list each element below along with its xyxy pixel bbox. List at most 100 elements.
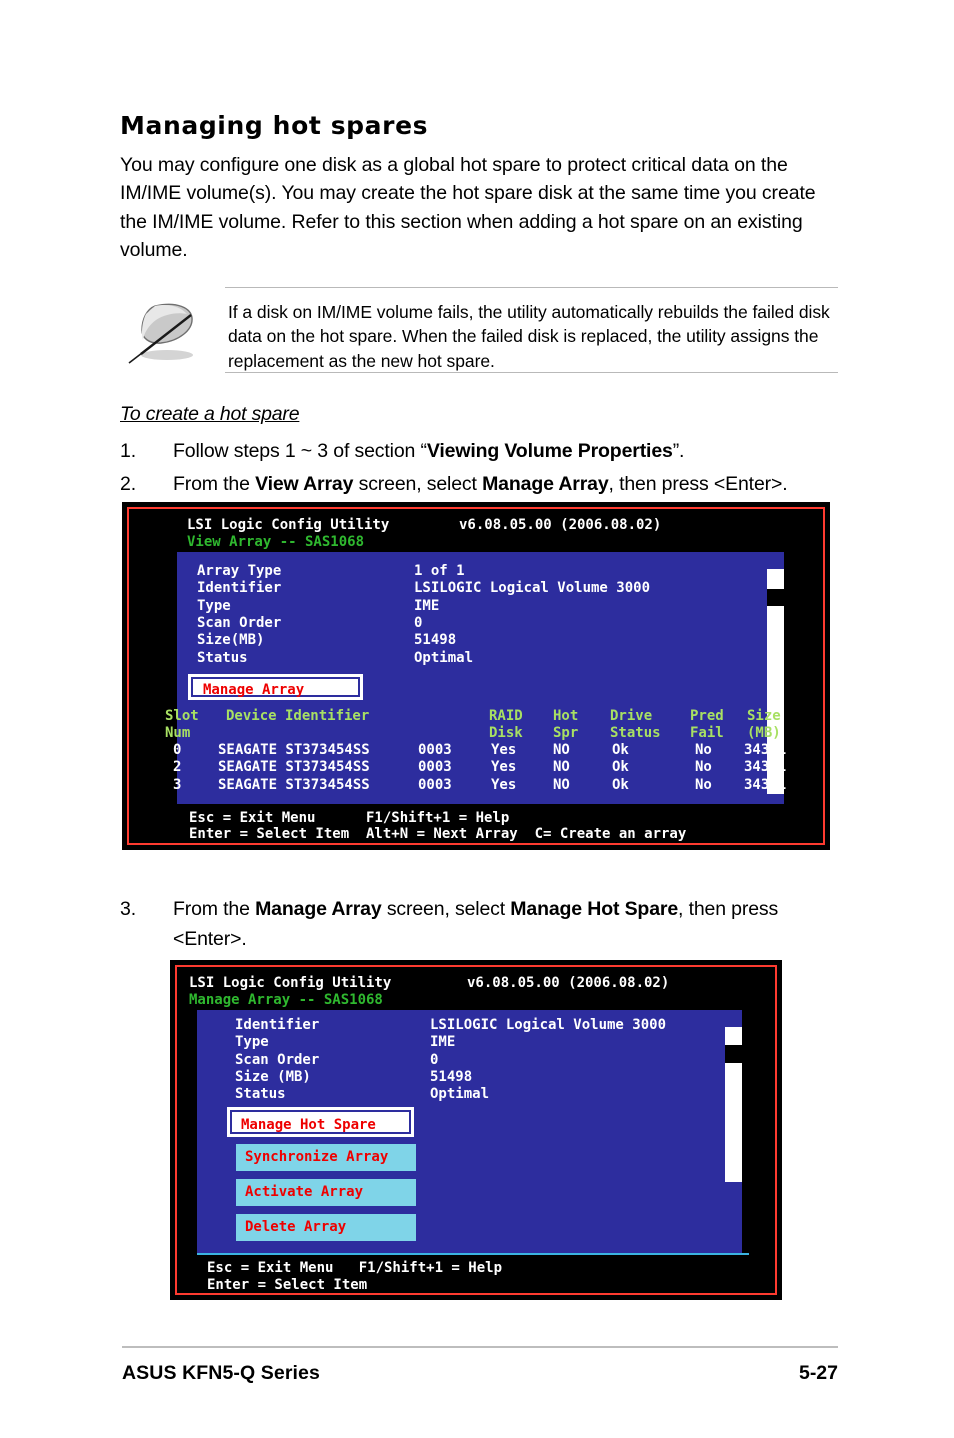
table-header-disk: Disk (489, 725, 523, 741)
procedure-title: To create a hot spare (120, 402, 300, 425)
utility-version: v6.08.05.00 (2006.08.02) (459, 517, 662, 533)
table-row[interactable]: SEAGATE ST373454SS (218, 777, 370, 793)
scrollbar-thumb[interactable] (725, 1045, 742, 1063)
table-row[interactable]: 34331 (744, 742, 786, 758)
table-row[interactable]: Yes (491, 759, 516, 775)
menu-item-manage-hot-spare-label: Manage Hot Spare (241, 1117, 376, 1133)
table-row[interactable]: NO (553, 759, 570, 775)
property-value-array-type: 1 of 1 (414, 563, 465, 579)
intro-paragraph: You may configure one disk as a global h… (120, 153, 816, 262)
property-label-array-type: Array Type (197, 563, 282, 579)
table-header-pred: Pred (690, 708, 724, 724)
property-value-scan-order: 0 (414, 615, 423, 631)
help-line-2: Enter = Select Item (207, 1277, 368, 1293)
property-value-size: 51498 (430, 1069, 473, 1085)
menu-item-manage-hot-spare[interactable]: Manage Hot Spare (227, 1107, 414, 1137)
table-row[interactable]: No (695, 742, 712, 758)
property-label-type: Type (235, 1034, 269, 1050)
table-row[interactable]: NO (553, 777, 570, 793)
scrollbar-thumb[interactable] (767, 589, 784, 606)
property-value-identifier: LSILOGIC Logical Volume 3000 (430, 1017, 667, 1033)
step-number: 1. (120, 439, 136, 462)
menu-item-manage-hot-spare-inner: Manage Hot Spare (230, 1110, 411, 1134)
property-value-scan-order: 0 (430, 1052, 439, 1068)
table-row[interactable]: Ok (612, 759, 629, 775)
step-text: From the Manage Array screen, select Man… (173, 898, 779, 950)
menu-item-synchronize-array-label: Synchronize Array (245, 1149, 389, 1165)
bios-screenshot-view-array: LSI Logic Config Utility v6.08.05.00 (20… (122, 502, 830, 850)
table-row[interactable]: 0003 (418, 759, 452, 775)
note-divider-top (225, 286, 838, 288)
table-header-size: Size (747, 708, 781, 724)
step-item-3: 3. From the Manage Array screen, select … (120, 894, 848, 954)
table-row[interactable]: Yes (491, 777, 516, 793)
property-value-size: 51498 (414, 632, 457, 648)
table-row[interactable]: 3 (173, 777, 181, 793)
menu-item-activate-array[interactable]: Activate Array (236, 1179, 416, 1206)
bios-screenshot-manage-array: LSI Logic Config Utility v6.08.05.00 (20… (170, 960, 782, 1300)
table-header-drive: Drive (610, 708, 653, 724)
note-text: If a disk on IM/IME volume fails, the ut… (228, 301, 830, 371)
property-value-identifier: LSILOGIC Logical Volume 3000 (414, 580, 651, 596)
property-label-size: Size(MB) (197, 632, 265, 648)
table-row[interactable]: SEAGATE ST373454SS (218, 759, 370, 775)
table-row[interactable]: No (695, 759, 712, 775)
property-value-type: IME (430, 1034, 456, 1050)
screen-subtitle: View Array -- SAS1068 (187, 534, 365, 550)
property-value-status: Optimal (414, 650, 474, 666)
footer-divider (122, 1346, 838, 1348)
utility-title: LSI Logic Config Utility (187, 517, 390, 533)
property-label-identifier: Identifier (197, 580, 282, 596)
step-item-1: 1. Follow steps 1 ~ 3 of section “Viewin… (120, 436, 848, 466)
table-header-slot: Slot (165, 708, 199, 724)
help-line-1: Esc = Exit Menu F1/Shift+1 = Help (189, 810, 510, 826)
table-row[interactable]: Yes (491, 742, 516, 758)
property-value-status: Optimal (430, 1086, 490, 1102)
step-text: Follow steps 1 ~ 3 of section “Viewing V… (173, 439, 685, 462)
screen-subtitle: Manage Array -- SAS1068 (189, 992, 383, 1008)
property-label-status: Status (235, 1086, 286, 1102)
property-label-type: Type (197, 598, 231, 614)
table-row[interactable]: Ok (612, 742, 629, 758)
bios-frame: LSI Logic Config Utility v6.08.05.00 (20… (175, 965, 777, 1295)
table-row[interactable]: No (695, 777, 712, 793)
page-title: Managing hot spares (120, 111, 429, 140)
step-text: From the View Array screen, select Manag… (173, 472, 788, 495)
menu-item-manage-array-inner: Manage Array (191, 677, 360, 698)
menu-item-synchronize-array[interactable]: Synchronize Array (236, 1144, 416, 1171)
menu-item-manage-array[interactable]: Manage Array (188, 674, 363, 700)
table-row[interactable]: SEAGATE ST373454SS (218, 742, 370, 758)
property-label-identifier: Identifier (235, 1017, 320, 1033)
table-row[interactable]: 0003 (418, 777, 452, 793)
step-number: 3. (120, 898, 136, 920)
property-label-size: Size (MB) (235, 1069, 311, 1085)
help-line-2: Enter = Select Item Alt+N = Next Array C… (189, 826, 687, 842)
table-header-status: Status (610, 725, 661, 741)
footer-page-number: 5-27 (798, 1362, 838, 1384)
table-row[interactable]: Ok (612, 777, 629, 793)
menu-item-delete-array[interactable]: Delete Array (236, 1214, 416, 1241)
table-row[interactable]: 0 (173, 742, 181, 758)
table-row[interactable]: 2 (173, 759, 181, 775)
table-header-spr: Spr (553, 725, 579, 741)
menu-item-manage-array-label: Manage Array (203, 682, 305, 698)
property-label-status: Status (197, 650, 248, 666)
table-row[interactable]: 0003 (418, 742, 452, 758)
table-row[interactable]: 34331 (744, 759, 786, 775)
procedure-steps-continued: 3. From the Manage Array screen, select … (120, 891, 848, 954)
utility-version: v6.08.05.00 (2006.08.02) (467, 975, 670, 991)
table-header-num: Num (165, 725, 191, 741)
property-label-scan-order: Scan Order (197, 615, 282, 631)
table-header-fail: Fail (690, 725, 724, 741)
table-header-raid: RAID (489, 708, 523, 724)
bios-frame: LSI Logic Config Utility v6.08.05.00 (20… (127, 507, 825, 845)
procedure-steps: 1. Follow steps 1 ~ 3 of section “Viewin… (120, 436, 848, 499)
menu-item-delete-array-label: Delete Array (245, 1219, 347, 1235)
property-value-type: IME (414, 598, 440, 614)
note-divider-bottom (225, 371, 838, 373)
step-item-2: 2. From the View Array screen, select Ma… (120, 469, 848, 499)
pencil-icon (125, 302, 215, 364)
table-row[interactable]: NO (553, 742, 570, 758)
table-row[interactable]: 34331 (744, 777, 786, 793)
step-number: 2. (120, 472, 136, 495)
